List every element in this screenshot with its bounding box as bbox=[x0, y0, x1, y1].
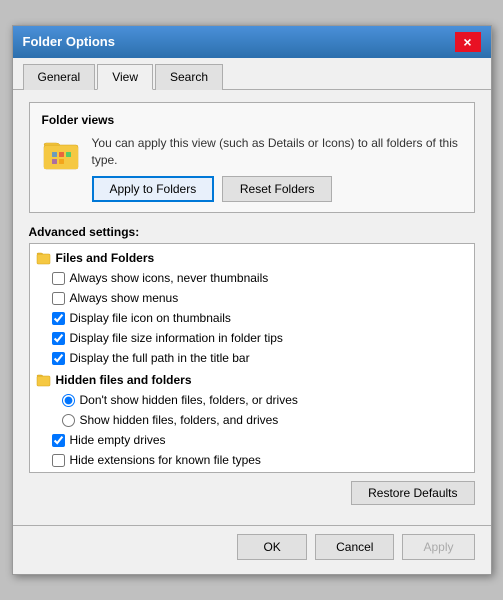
settings-list: Files and Folders Always show icons, nev… bbox=[30, 244, 474, 473]
settings-list-container[interactable]: Files and Folders Always show icons, nev… bbox=[29, 243, 475, 473]
folder-views-section: Folder views bbox=[29, 102, 475, 214]
category-files-and-folders: Files and Folders bbox=[30, 248, 474, 268]
show-hidden-label: Show hidden files, folders, and drives bbox=[80, 411, 279, 429]
folder-icon bbox=[42, 137, 82, 173]
dont-show-hidden-label: Don't show hidden files, folders, or dri… bbox=[80, 391, 298, 409]
category-hidden-files: Hidden files and folders bbox=[30, 370, 474, 390]
hide-extensions-label: Hide extensions for known file types bbox=[70, 451, 261, 469]
dialog-title: Folder Options bbox=[23, 34, 115, 49]
folder-category-icon bbox=[36, 250, 52, 266]
settings-display-size-info: Display file size information in folder … bbox=[30, 328, 474, 348]
ok-button[interactable]: OK bbox=[237, 534, 307, 560]
folder-options-dialog: Folder Options × General View Search Fol… bbox=[12, 25, 492, 576]
apply-button[interactable]: Apply bbox=[402, 534, 474, 560]
title-bar: Folder Options × bbox=[13, 26, 491, 58]
display-size-info-label: Display file size information in folder … bbox=[70, 329, 283, 347]
tab-general[interactable]: General bbox=[23, 64, 96, 90]
restore-defaults-row: Restore Defaults bbox=[29, 481, 475, 505]
settings-display-full-path: Display the full path in the title bar bbox=[30, 348, 474, 368]
reset-folders-button[interactable]: Reset Folders bbox=[222, 176, 332, 202]
advanced-settings-section: Advanced settings: Files and Folders Alw… bbox=[29, 225, 475, 505]
advanced-settings-label: Advanced settings: bbox=[29, 225, 475, 239]
settings-show-hidden: Show hidden files, folders, and drives bbox=[30, 410, 474, 430]
settings-hide-empty: Hide empty drives bbox=[30, 430, 474, 450]
settings-hide-merge: Hide folder merge conflicts bbox=[30, 470, 474, 473]
hide-extensions-checkbox[interactable] bbox=[52, 454, 65, 467]
show-hidden-radio[interactable] bbox=[62, 414, 75, 427]
always-menus-checkbox[interactable] bbox=[52, 292, 65, 305]
settings-always-icons: Always show icons, never thumbnails bbox=[30, 268, 474, 288]
always-menus-label: Always show menus bbox=[70, 289, 179, 307]
settings-hide-extensions: Hide extensions for known file types bbox=[30, 450, 474, 470]
folder-views-title: Folder views bbox=[42, 113, 462, 127]
tab-view[interactable]: View bbox=[97, 64, 153, 90]
display-size-info-checkbox[interactable] bbox=[52, 332, 65, 345]
settings-display-icon-thumbs: Display file icon on thumbnails bbox=[30, 308, 474, 328]
hidden-category-icon bbox=[36, 372, 52, 388]
folder-views-buttons: Apply to Folders Reset Folders bbox=[92, 176, 462, 202]
folder-views-inner: You can apply this view (such as Details… bbox=[42, 135, 462, 203]
hide-empty-checkbox[interactable] bbox=[52, 434, 65, 447]
restore-defaults-button[interactable]: Restore Defaults bbox=[351, 481, 474, 505]
always-icons-label: Always show icons, never thumbnails bbox=[70, 269, 269, 287]
folder-views-description: You can apply this view (such as Details… bbox=[92, 135, 462, 169]
folder-views-info: You can apply this view (such as Details… bbox=[92, 135, 462, 203]
dont-show-hidden-radio[interactable] bbox=[62, 394, 75, 407]
settings-dont-show-hidden: Don't show hidden files, folders, or dri… bbox=[30, 390, 474, 410]
display-icon-thumbs-label: Display file icon on thumbnails bbox=[70, 309, 231, 327]
bottom-buttons: OK Cancel Apply bbox=[13, 525, 491, 574]
settings-always-menus: Always show menus bbox=[30, 288, 474, 308]
tab-search[interactable]: Search bbox=[155, 64, 223, 90]
display-full-path-label: Display the full path in the title bar bbox=[70, 349, 250, 367]
display-full-path-checkbox[interactable] bbox=[52, 352, 65, 365]
always-icons-checkbox[interactable] bbox=[52, 272, 65, 285]
main-content: Folder views bbox=[13, 90, 491, 518]
hide-merge-label: Hide folder merge conflicts bbox=[70, 471, 212, 473]
apply-to-folders-button[interactable]: Apply to Folders bbox=[92, 176, 215, 202]
cancel-button[interactable]: Cancel bbox=[315, 534, 394, 560]
display-icon-thumbs-checkbox[interactable] bbox=[52, 312, 65, 325]
tab-bar: General View Search bbox=[13, 58, 491, 90]
close-button[interactable]: × bbox=[455, 32, 481, 52]
hide-empty-label: Hide empty drives bbox=[70, 431, 166, 449]
